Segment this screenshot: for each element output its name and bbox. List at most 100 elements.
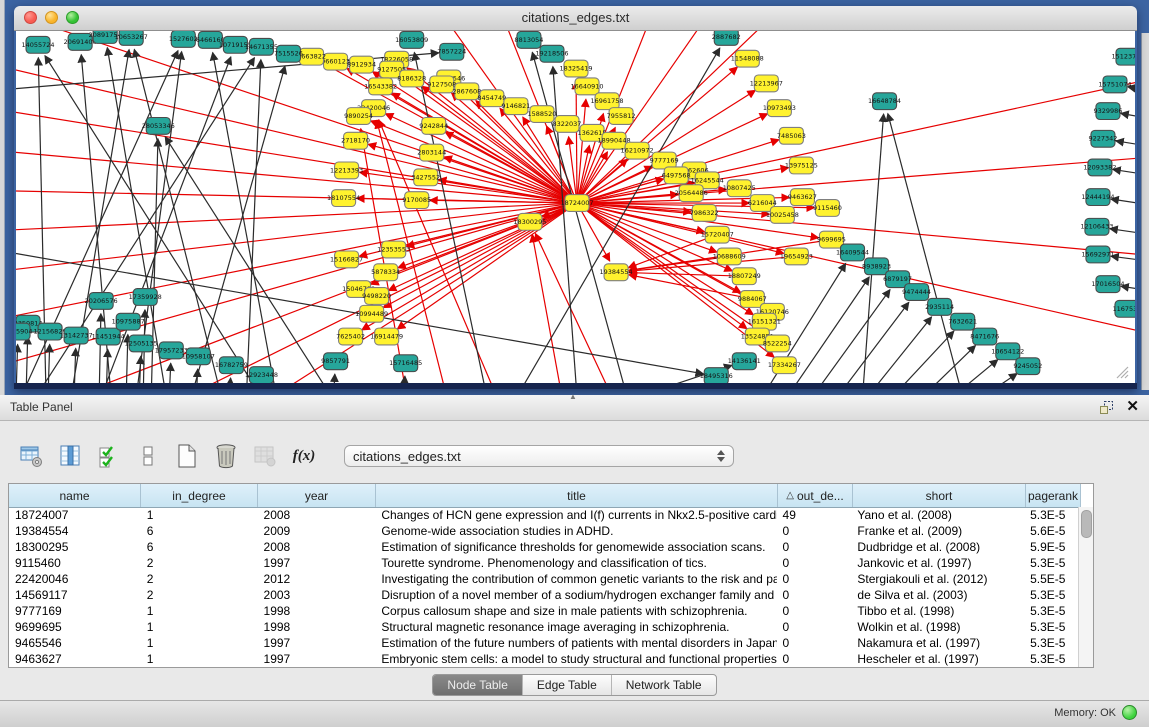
graph-node-label: 20206576 [85, 297, 118, 305]
column-header-short[interactable]: short [853, 484, 1026, 507]
column-header-year[interactable]: year [258, 484, 376, 507]
table-cell: 0 [777, 539, 852, 555]
graph-node-label: 18325419 [559, 65, 592, 73]
graph-node-label: 18495316 [700, 372, 733, 380]
network-window-titlebar[interactable]: citations_edges.txt [14, 6, 1137, 31]
scrollbar-thumb[interactable] [1081, 510, 1092, 538]
table-row[interactable]: 1830029562008Estimation of significance … [9, 539, 1079, 555]
citation-edge-black[interactable] [983, 373, 1017, 383]
graph-node-label: 10688609 [713, 252, 746, 260]
memory-status-led[interactable] [1122, 705, 1137, 720]
table-vertical-scrollbar[interactable] [1078, 507, 1093, 667]
column-header-name[interactable]: name [9, 484, 141, 507]
table-row[interactable]: 2242004622012Investigating the contribut… [9, 571, 1079, 587]
citation-edge-black[interactable] [923, 346, 976, 383]
column-header-in_degree[interactable]: in_degree [141, 484, 258, 507]
table-selector-dropdown[interactable]: citations_edges.txt [344, 445, 734, 467]
citation-edge-black[interactable] [868, 317, 932, 383]
table-cell: 2008 [258, 507, 376, 523]
citation-edge-black[interactable] [169, 363, 170, 383]
citation-edge-black[interactable] [888, 114, 963, 383]
network-canvas[interactable]: 1872400718300295193845549660123766382289… [16, 31, 1135, 383]
table-row[interactable]: 946362711997Embryonic stem cells: a mode… [9, 651, 1079, 667]
table-cell: 5.3E-5 [1024, 603, 1079, 619]
citation-edge-black[interactable] [196, 369, 197, 383]
table-row[interactable]: 977716911998Corpus callosum shape and si… [9, 603, 1079, 619]
graph-node-label: 1527602 [169, 35, 198, 43]
table-row[interactable]: 1456911722003Disruption of a novel membe… [9, 587, 1079, 603]
citation-edge-black[interactable] [837, 302, 908, 383]
citation-edge-red[interactable] [383, 203, 577, 308]
tab-network-table[interactable]: Network Table [612, 675, 716, 695]
graph-node-label: 20691406 [64, 38, 97, 46]
citation-edge-black[interactable] [953, 360, 998, 383]
table-row[interactable]: 1938455462009Genome-wide association stu… [9, 523, 1079, 539]
graph-node-label: 6497568 [662, 171, 691, 179]
table-row[interactable]: 1872400712008Changes of HCN gene express… [9, 507, 1079, 523]
delete-rows-icon[interactable] [213, 443, 239, 469]
citation-edge-black[interactable] [1110, 229, 1135, 236]
function-builder-icon[interactable]: f(x) [291, 443, 317, 469]
show-columns-icon[interactable] [57, 443, 83, 469]
table-options-icon[interactable] [18, 443, 44, 469]
canvas-resize-grip-icon[interactable] [1113, 365, 1129, 379]
network-view-window[interactable]: citations_edges.txt 18724007183002951938… [14, 6, 1137, 389]
citation-edge-red[interactable] [16, 203, 577, 234]
close-panel-icon[interactable]: ✕ [1126, 398, 1139, 416]
column-header-out_de[interactable]: △out_de... [778, 484, 853, 507]
graph-node-label: 14671355 [245, 43, 278, 51]
column-header-label: title [567, 489, 586, 503]
table-cell: 2 [141, 587, 258, 603]
citation-edge-red[interactable] [577, 75, 1135, 203]
graph-node-label: 8186328 [397, 74, 426, 82]
graph-node-label: 8522254 [763, 339, 792, 347]
select-all-icon[interactable] [96, 443, 122, 469]
table-row[interactable]: 969969511998Structural magnetic resonanc… [9, 619, 1079, 635]
tab-node-table[interactable]: Node Table [433, 675, 523, 695]
graph-node-label: 8912934 [347, 61, 376, 69]
table-row[interactable]: 946554611997Estimation of the future num… [9, 635, 1079, 651]
citation-edge-black[interactable] [74, 348, 76, 383]
citation-edge-red[interactable] [576, 81, 577, 203]
citation-edge-red[interactable] [16, 100, 577, 203]
tab-edge-table[interactable]: Edge Table [523, 675, 612, 695]
citation-edge-black[interactable] [1121, 113, 1135, 120]
graph-node-label: 12213967 [750, 79, 783, 87]
graph-node-label: 9245052 [1013, 362, 1042, 370]
graph-node-label: 16543382 [364, 82, 397, 90]
citation-edge-black[interactable] [191, 66, 285, 383]
new-table-icon[interactable] [174, 443, 200, 469]
table-cell: Genome-wide association studies in ADHD. [375, 523, 776, 539]
graph-node-label: 12213393 [330, 166, 363, 174]
citation-edge-black[interactable] [16, 344, 18, 383]
table-row[interactable]: 911546021997Tourette syndrome. Phenomeno… [9, 555, 1079, 571]
graph-node-label: 6879197 [883, 275, 912, 283]
citation-edge-red[interactable] [532, 234, 562, 383]
graph-node-label: 3427552 [411, 173, 440, 181]
graph-node-label: 2718170 [341, 137, 370, 145]
table-cell: Franke et al. (2009) [851, 523, 1024, 539]
table-cell: Wolkin et al. (1998) [851, 619, 1024, 635]
citation-edge-black[interactable] [48, 344, 50, 383]
citation-edge-black[interactable] [136, 52, 181, 383]
citation-edge-black[interactable] [1116, 141, 1135, 148]
citation-edge-black[interactable] [334, 374, 335, 383]
table-cell: 6 [141, 539, 258, 555]
graph-node-label: 12444194 [1081, 193, 1114, 201]
table-toolbar: f(x) citations_edges.txt [18, 440, 734, 472]
citation-edge-black[interactable] [26, 337, 28, 383]
table-cell: 2 [141, 555, 258, 571]
graph-node-label: 16640910 [570, 82, 603, 90]
unselect-all-icon[interactable] [135, 443, 161, 469]
column-header-title[interactable]: title [376, 484, 778, 507]
column-header-pagerank[interactable]: pagerank [1026, 484, 1081, 507]
citation-edge-black[interactable] [246, 60, 260, 383]
citation-edge-black[interactable] [553, 67, 577, 383]
citation-edge-red[interactable] [535, 233, 612, 383]
splitter-grip-icon[interactable]: ▲ [568, 394, 578, 400]
table-cell: 5.3E-5 [1024, 651, 1079, 667]
graph-node-label: 19654923 [780, 252, 813, 260]
column-header-label: short [926, 489, 953, 503]
citation-edge-black[interactable] [99, 314, 101, 383]
float-panel-icon[interactable] [1099, 400, 1114, 415]
